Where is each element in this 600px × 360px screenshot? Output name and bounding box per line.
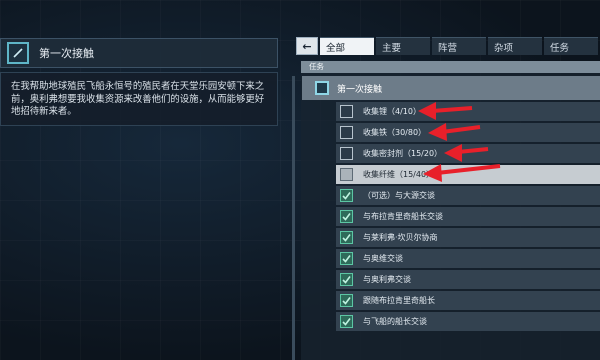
checked-checkbox-icon bbox=[340, 294, 353, 307]
checked-checkbox-icon bbox=[340, 252, 353, 265]
objective-row[interactable]: 与布拉肯里奇船长交谈 bbox=[336, 207, 600, 226]
objective-label: 收集纤维（15/40） bbox=[363, 170, 435, 179]
objective-row[interactable]: 收集纤维（15/40） bbox=[336, 165, 600, 184]
objective-label: 与飞船的船长交谈 bbox=[363, 317, 427, 326]
quest-title-bar: 第一次接触 bbox=[0, 38, 278, 68]
objective-row[interactable]: 与飞船的船长交谈 bbox=[336, 312, 600, 331]
objective-row[interactable]: 收集铁（30/80） bbox=[336, 123, 600, 142]
tab-misc[interactable]: 杂项 bbox=[488, 37, 542, 55]
objective-row[interactable]: （可选）与大源交谈 bbox=[336, 186, 600, 205]
objective-row[interactable]: 收集密封剂（15/20） bbox=[336, 144, 600, 163]
scrollbar[interactable] bbox=[292, 76, 295, 360]
empty-checkbox-icon bbox=[340, 126, 353, 139]
quest-tabs: ← 全部 主要 阵营 杂项 任务 bbox=[296, 37, 600, 55]
tab-all[interactable]: 全部 bbox=[320, 37, 374, 55]
objective-label: 与奥利弗交谈 bbox=[363, 275, 411, 284]
checked-checkbox-icon bbox=[340, 315, 353, 328]
checked-checkbox-icon bbox=[340, 231, 353, 244]
objective-label: 与奥维交谈 bbox=[363, 254, 403, 263]
objective-row[interactable]: 与奥维交谈 bbox=[336, 249, 600, 268]
quest-description: 在我帮助地球殖民飞船永恒号的殖民者在天堂乐园安顿下来之前，奥利弗想要我收集资源来… bbox=[0, 72, 278, 126]
empty-checkbox-icon bbox=[340, 168, 353, 181]
objective-row[interactable]: 与奥利弗交谈 bbox=[336, 270, 600, 289]
objective-label: 与布拉肯里奇船长交谈 bbox=[363, 212, 443, 221]
back-arrow-icon: ← bbox=[302, 39, 312, 53]
objective-label: 收集铁（30/80） bbox=[363, 128, 427, 137]
quest-title: 第一次接触 bbox=[39, 47, 94, 60]
quest-icon bbox=[7, 42, 29, 64]
empty-checkbox-icon bbox=[340, 147, 353, 160]
objective-row[interactable]: 与莱利弗·坎贝尔协商 bbox=[336, 228, 600, 247]
quest-category-row[interactable]: 第一次接触 bbox=[302, 76, 600, 100]
objective-label: （可选）与大源交谈 bbox=[363, 191, 435, 200]
objective-label: 与莱利弗·坎贝尔协商 bbox=[363, 233, 438, 242]
quest-icon bbox=[315, 81, 329, 95]
objective-label: 收集密封剂（15/20） bbox=[363, 149, 443, 158]
category-label: 第一次接触 bbox=[337, 84, 383, 95]
checked-checkbox-icon bbox=[340, 273, 353, 286]
tab-missions[interactable]: 任务 bbox=[544, 37, 598, 55]
checked-checkbox-icon bbox=[340, 189, 353, 202]
objective-row[interactable]: 收集锂（4/10） bbox=[336, 102, 600, 121]
objective-label: 跟随布拉肯里奇船长 bbox=[363, 296, 435, 305]
objective-row[interactable]: 跟随布拉肯里奇船长 bbox=[336, 291, 600, 310]
section-header: 任务 bbox=[301, 61, 600, 73]
objective-label: 收集锂（4/10） bbox=[363, 107, 421, 116]
back-button[interactable]: ← bbox=[296, 37, 318, 55]
checked-checkbox-icon bbox=[340, 210, 353, 223]
tab-faction[interactable]: 阵营 bbox=[432, 37, 486, 55]
tab-main[interactable]: 主要 bbox=[376, 37, 430, 55]
empty-checkbox-icon bbox=[340, 105, 353, 118]
